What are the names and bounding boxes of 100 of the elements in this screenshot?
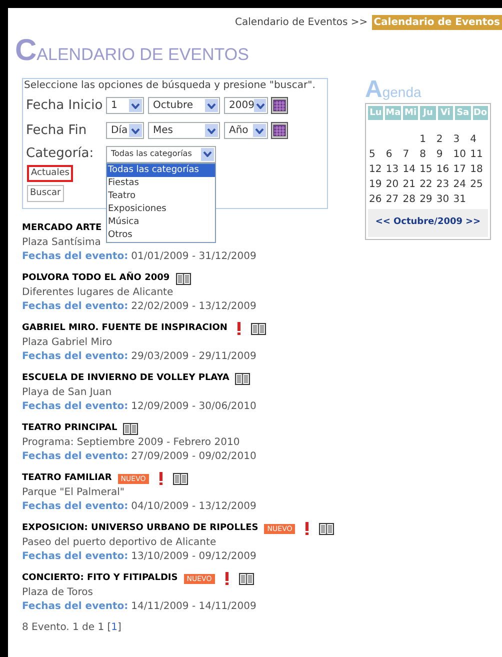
event-dates: 13/10/2009 - 09/12/2009: [131, 550, 256, 564]
event-title[interactable]: EXPOSICION: UNIVERSO URBANO DE RIPOLLES: [22, 522, 258, 536]
event-place: Plaza Gabriel Miro: [22, 336, 114, 350]
dropdown-option[interactable]: Teatro: [107, 190, 215, 202]
calendar-day[interactable]: 22: [420, 177, 436, 192]
dates-label: Fechas del evento:: [22, 600, 128, 614]
book-icon[interactable]: [251, 322, 266, 334]
page-title: CALENDARIO DE EVENTOS: [15, 36, 250, 66]
next-month-link[interactable]: >>: [466, 216, 481, 230]
breadcrumb-link[interactable]: Calendario de Eventos >>: [235, 15, 368, 30]
field-label: Fecha Fin: [25, 122, 88, 140]
field-label: Fecha Inicio: [25, 96, 104, 115]
event-dates: 14/11/2009 - 14/11/2009: [131, 600, 256, 614]
calendar-day[interactable]: 5: [369, 147, 386, 162]
page-link[interactable]: 1: [111, 621, 118, 635]
dates-label: Fechas del evento:: [22, 300, 128, 314]
calendar-day[interactable]: 8: [420, 147, 436, 162]
year-select[interactable]: 2009: [224, 97, 268, 114]
dropdown-option[interactable]: Exposiciones: [107, 202, 215, 216]
event-place: Parque "El Palmeral": [22, 486, 126, 500]
previous-month-link[interactable]: <<: [375, 216, 390, 230]
calendar-day[interactable]: 11: [470, 147, 487, 162]
weekday-header: Ju: [420, 106, 436, 120]
calendar-day[interactable]: 15: [420, 162, 436, 177]
calendar-day[interactable]: 6: [386, 147, 403, 162]
book-icon[interactable]: [319, 522, 334, 534]
event-dates: 27/09/2009 - 09/02/2010: [131, 450, 256, 464]
calendar-icon[interactable]: [271, 122, 288, 139]
dates-label: Fechas del evento:: [22, 400, 128, 414]
dropdown-option[interactable]: Fiestas: [107, 176, 215, 190]
dates-label: Fechas del evento:: [22, 350, 128, 364]
event-title[interactable]: CONCIERTO: FITO Y FITIPALDIS: [22, 572, 178, 586]
pagination-summary: 8 Evento. 1 de 1 [: [22, 621, 112, 635]
calendar-day[interactable]: 2: [436, 132, 454, 147]
calendar-day[interactable]: 1: [420, 132, 436, 147]
calendar-day[interactable]: 31: [453, 192, 470, 207]
day-select[interactable]: 1: [106, 97, 144, 114]
calendar-day[interactable]: 25: [470, 177, 487, 192]
year-select[interactable]: Año: [224, 122, 268, 139]
calendar-day[interactable]: 4: [470, 132, 487, 147]
event-title[interactable]: TEATRO PRINCIPAL: [22, 422, 118, 436]
category-select[interactable]: Todas las categorías: [106, 146, 216, 162]
breadcrumb-current: Calendario de Eventos: [372, 15, 502, 30]
month-select[interactable]: Mes: [148, 122, 220, 139]
action-button[interactable]: Buscar: [27, 185, 64, 202]
pagination-bracket: ]: [118, 621, 122, 635]
dropdown-option[interactable]: Música: [107, 216, 215, 228]
event-title[interactable]: TEATRO FAMILIAR: [22, 472, 112, 486]
event-dates: 04/10/2009 - 13/12/2009: [131, 500, 256, 514]
event-dates: 22/02/2009 - 13/12/2009: [131, 300, 256, 314]
event-dates: 01/01/2009 - 31/12/2009: [131, 250, 256, 264]
calendar-day[interactable]: 23: [436, 177, 454, 192]
month-link[interactable]: Octubre/2009: [393, 216, 463, 230]
weekday-header: Sa: [455, 106, 471, 120]
event-place: Playa de San Juan: [22, 386, 113, 400]
calendar-day[interactable]: 10: [453, 147, 470, 162]
calendar-day[interactable]: 18: [470, 162, 487, 177]
calendar-day[interactable]: 16: [436, 162, 454, 177]
calendar-day[interactable]: 9: [436, 147, 454, 162]
calendar-day[interactable]: 26: [369, 192, 386, 207]
field-label: Categoría:: [25, 145, 95, 164]
calendar-day[interactable]: 21: [402, 177, 420, 192]
event-place: Diferentes lugares de Alicante: [22, 286, 174, 300]
event-dates: 12/09/2009 - 30/06/2010: [131, 400, 256, 414]
dates-label: Fechas del evento:: [22, 450, 128, 464]
search-instructions: Seleccione las opciones de búsqueda y presione "buscar".: [24, 79, 316, 93]
event-title[interactable]: MERCADO ARTE: [22, 222, 102, 236]
event-title[interactable]: POLVORA TODO EL AÑO 2009: [22, 272, 170, 286]
action-button[interactable]: Actuales: [27, 165, 74, 182]
calendar-day[interactable]: 29: [420, 192, 436, 207]
event-title[interactable]: ESCUELA DE INVIERNO DE VOLLEY PLAYA: [22, 372, 230, 386]
weekday-header: Mi: [402, 106, 418, 120]
dropdown-option[interactable]: Otros: [107, 228, 215, 242]
calendar-day[interactable]: 19: [369, 177, 386, 192]
calendar-day[interactable]: 28: [402, 192, 420, 207]
calendar-day[interactable]: 12: [369, 162, 386, 177]
calendar-day[interactable]: 27: [386, 192, 403, 207]
dropdown-option[interactable]: Todas las categorías: [107, 164, 215, 176]
book-icon[interactable]: [123, 422, 138, 434]
calendar-day[interactable]: 13: [386, 162, 403, 177]
calendar-day[interactable]: 17: [453, 162, 470, 177]
event-dates: 29/03/2009 - 29/11/2009: [131, 350, 256, 364]
calendar-day[interactable]: 30: [436, 192, 454, 207]
book-icon[interactable]: [176, 272, 191, 284]
book-icon[interactable]: [235, 372, 250, 384]
event-title[interactable]: GABRIEL MIRO. FUENTE DE INSPIRACION: [22, 322, 228, 336]
calendar-day[interactable]: 3: [453, 132, 470, 147]
calendar-day[interactable]: 7: [402, 147, 420, 162]
month-select[interactable]: Octubre: [148, 97, 220, 114]
event-place: Paseo del puerto deportivo de Alicante: [22, 536, 218, 550]
calendar-day[interactable]: 20: [386, 177, 403, 192]
day-select[interactable]: Día: [106, 122, 144, 139]
book-icon[interactable]: [172, 472, 188, 484]
book-icon[interactable]: [238, 572, 254, 584]
calendar-day[interactable]: 24: [453, 177, 470, 192]
calendar-icon[interactable]: [271, 97, 288, 114]
event-place: Plaza Santísima: [22, 236, 102, 250]
weekday-header: Ma: [385, 106, 401, 120]
calendar-day[interactable]: 14: [402, 162, 420, 177]
event-place: Programa: Septiembre 2009 - Febrero 2010: [22, 436, 241, 450]
